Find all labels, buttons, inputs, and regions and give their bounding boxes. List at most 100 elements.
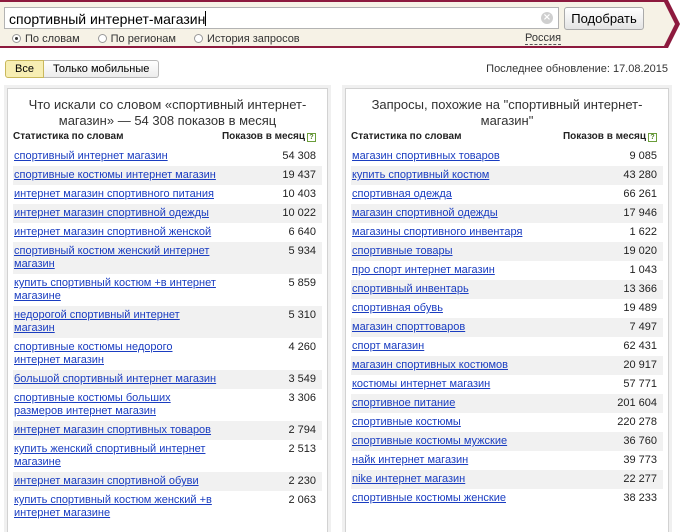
option-by-words-label: По словам [25, 32, 80, 45]
table-row: купить спортивный костюм 43 280 [351, 166, 663, 185]
impressions-count: 4 260 [288, 341, 316, 353]
similar-panel-title: Запросы, похожие на "спортивный интернет… [371, 97, 643, 128]
option-by-regions-label: По регионам [110, 32, 176, 45]
words-table-header: Статистика по словам Показов в месяц? [13, 131, 322, 145]
table-row: спортивная обувь 19 489 [351, 299, 663, 318]
query-link[interactable]: спортивные костюмы женские [352, 492, 506, 505]
table-row: спортивный костюм женский интернет магаз… [13, 242, 322, 274]
query-link[interactable]: спортивные костюмы недорого интернет маг… [14, 341, 220, 367]
help-icon[interactable]: ? [307, 133, 316, 142]
radio-icon[interactable] [97, 34, 107, 43]
option-by-words[interactable]: По словам [12, 32, 80, 45]
impressions-count: 13 366 [623, 283, 657, 295]
query-link[interactable]: спортивная одежда [352, 188, 452, 201]
radio-selected-icon[interactable] [12, 34, 21, 43]
impressions-count: 57 771 [623, 378, 657, 390]
table-row: интернет магазин спортивного питания 10 4… [13, 185, 322, 204]
table-row: спортивные костюмы больших размеров инте… [13, 389, 322, 421]
query-link[interactable]: nike интернет магазин [352, 473, 465, 486]
query-link[interactable]: спортивный инвентарь [352, 283, 469, 296]
last-update-text: Последнее обновление: 17.08.2015 [486, 63, 668, 75]
table-row: интернет магазин спортивной женской 6 640 [13, 223, 322, 242]
help-icon[interactable]: ? [648, 133, 657, 142]
filter-all-button[interactable]: Все [5, 60, 44, 78]
impressions-count: 22 277 [623, 473, 657, 485]
query-link[interactable]: спорт магазин [352, 340, 424, 353]
query-link[interactable]: магазин спортивных товаров [352, 150, 500, 163]
impressions-count: 7 497 [629, 321, 657, 333]
table-row: спортивные костюмы мужские 36 760 [351, 432, 663, 451]
impressions-count: 201 604 [617, 397, 657, 409]
option-history[interactable]: История запросов [194, 32, 300, 45]
query-link[interactable]: недорогой спортивный интернет магазин [14, 309, 220, 335]
table-row: интернет магазин спортивных товаров 2 794 [13, 421, 322, 440]
table-row: спорт магазин 62 431 [351, 337, 663, 356]
impressions-count: 17 946 [623, 207, 657, 219]
filter-mobile-button[interactable]: Только мобильные [43, 60, 160, 78]
table-row: купить спортивный костюм женский +в инте… [13, 491, 322, 523]
impressions-count: 9 085 [629, 150, 657, 162]
query-link[interactable]: найк интернет магазин [352, 454, 468, 467]
table-row: магазин спорттоваров 7 497 [351, 318, 663, 337]
impressions-count: 5 859 [288, 277, 316, 289]
impressions-count: 62 431 [623, 340, 657, 352]
words-table: спортивный интернет магазин 54 308 спортив… [13, 147, 322, 523]
table-row: купить женский спортивный интернет магаз… [13, 440, 322, 472]
table-row: спортивный инвентарь 13 366 [351, 280, 663, 299]
search-button[interactable]: Подобрать [564, 7, 644, 30]
query-link[interactable]: про спорт интернет магазин [352, 264, 495, 277]
table-row: спортивные костюмы 220 278 [351, 413, 663, 432]
table-row: спортивный интернет магазин 54 308 [13, 147, 322, 166]
query-link[interactable]: интернет магазин спортивного питания [14, 188, 214, 201]
query-link[interactable]: костюмы интернет магазин [352, 378, 490, 391]
option-by-regions[interactable]: По регионам [97, 32, 176, 45]
impressions-count: 19 020 [623, 245, 657, 257]
query-link[interactable]: спортивные костюмы мужские [352, 435, 507, 448]
radio-icon[interactable] [194, 34, 203, 43]
search-band-inner-arrow [664, 2, 675, 46]
query-link[interactable]: интернет магазин спортивной одежды [14, 207, 209, 220]
impressions-count: 3 549 [288, 373, 316, 385]
query-link[interactable]: спортивное питание [352, 397, 455, 410]
query-link[interactable]: магазины спортивного инвентаря [352, 226, 522, 239]
query-link[interactable]: спортивный интернет магазин [14, 150, 168, 163]
query-link[interactable]: магазин спортивной одежды [352, 207, 498, 220]
impressions-count: 54 308 [282, 150, 316, 162]
region-selector[interactable]: Россия [525, 32, 562, 45]
similar-table-header: Статистика по словам Показов в месяц? [351, 131, 663, 145]
column-header-impressions-label: Показов в месяц [562, 131, 646, 142]
query-link[interactable]: интернет магазин спортивных товаров [14, 424, 211, 437]
impressions-count: 2 063 [288, 494, 316, 506]
query-link[interactable]: купить женский спортивный интернет магаз… [14, 443, 220, 469]
query-link[interactable]: спортивные костюмы интернет магазин [14, 169, 216, 182]
impressions-count: 5 310 [288, 309, 316, 321]
option-history-label: История запросов [207, 32, 300, 45]
query-link[interactable]: магазин спорттоваров [352, 321, 465, 334]
query-link[interactable]: спортивные товары [352, 245, 453, 258]
column-header-words: Статистика по словам [351, 131, 462, 142]
table-row: интернет магазин спортивной одежды 10 022 [13, 204, 322, 223]
clear-icon[interactable]: × [541, 12, 553, 24]
impressions-count: 38 233 [623, 492, 657, 504]
query-link[interactable]: спортивная обувь [352, 302, 443, 315]
similar-queries-panel: Запросы, похожие на "спортивный интернет… [345, 88, 669, 532]
query-link[interactable]: купить спортивный костюм женский +в инте… [14, 494, 220, 520]
table-row: недорогой спортивный интернет магазин 5 3… [13, 306, 322, 338]
query-link[interactable]: спортивные костюмы больших размеров инте… [14, 392, 220, 418]
impressions-count: 220 278 [617, 416, 657, 428]
query-link[interactable]: интернет магазин спортивной женской [14, 226, 211, 239]
query-link[interactable]: спортивный костюм женский интернет магаз… [14, 245, 220, 271]
query-link[interactable]: купить спортивный костюм +в интернет маг… [14, 277, 220, 303]
impressions-count: 3 306 [288, 392, 316, 404]
table-row: магазин спортивной одежды 17 946 [351, 204, 663, 223]
query-link[interactable]: купить спортивный костюм [352, 169, 489, 182]
query-link[interactable]: спортивные костюмы [352, 416, 461, 429]
impressions-count: 2 513 [288, 443, 316, 455]
query-link[interactable]: интернет магазин спортивной обуви [14, 475, 199, 488]
table-row: спортивные костюмы интернет магазин 19 43… [13, 166, 322, 185]
table-row: найк интернет магазин 39 773 [351, 451, 663, 470]
query-link[interactable]: магазин спортивных костюмов [352, 359, 508, 372]
words-panel: Что искали со словом «спортивный интерне… [7, 88, 328, 532]
search-input[interactable]: спортивный интернет-магазин [4, 7, 559, 29]
query-link[interactable]: большой спортивный интернет магазин [14, 373, 216, 386]
